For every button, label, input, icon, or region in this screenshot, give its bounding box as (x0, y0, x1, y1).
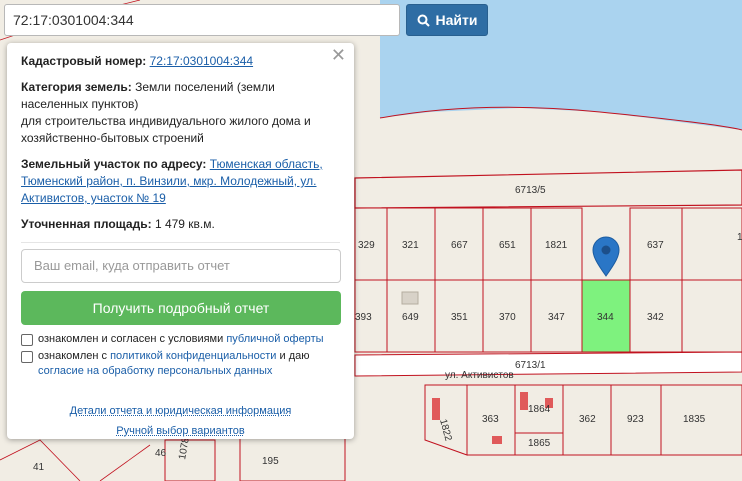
parcel-label: 637 (647, 240, 664, 251)
get-report-button[interactable]: Получить подробный отчет (21, 291, 341, 325)
cadastral-link[interactable]: 72:17:0301004:344 (150, 54, 253, 68)
close-icon[interactable]: ✕ (331, 46, 346, 64)
area-label: Уточненная площадь: (21, 217, 152, 231)
land-category-row: Категория земель: Земли поселений (земли… (21, 79, 340, 147)
parcel-label: 41 (33, 462, 45, 473)
parcel-label: 347 (548, 312, 565, 323)
address-row: Земельный участок по адресу: Тюменская о… (21, 156, 340, 207)
parcel-label: 195 (262, 456, 279, 467)
parcel-label: 1835 (683, 414, 706, 425)
search-button-label: Найти (435, 12, 478, 28)
parcel-label: 1865 (528, 438, 551, 449)
parcel-info-panel: ✕ Кадастровый номер: 72:17:0301004:344 К… (7, 43, 354, 439)
parcel-label: 46 (155, 448, 167, 459)
purpose-text: для строительства индивидуального жилого… (21, 114, 311, 145)
parcel-label: 649 (402, 312, 419, 323)
consent-privacy: ознакомлен с политикой конфиденциальност… (21, 349, 340, 379)
cadastral-number-row: Кадастровый номер: 72:17:0301004:344 (21, 53, 340, 70)
privacy-checkbox[interactable] (21, 351, 33, 363)
manual-row: Ручной выбор вариантов (21, 423, 340, 440)
details-row: Детали отчета и юридическая информация (21, 403, 340, 420)
search-input[interactable]: 72:17:0301004:344 (4, 4, 400, 36)
parcel-label: 1864 (528, 404, 551, 415)
address-label: Земельный участок по адресу: (21, 157, 207, 171)
offer-checkbox[interactable] (21, 334, 33, 346)
privacy-policy-link[interactable]: политикой конфиденциальности (110, 350, 276, 362)
search-icon (417, 14, 430, 27)
consent-privacy-text: ознакомлен с (38, 350, 108, 362)
email-field[interactable]: Ваш email, куда отправить отчет (21, 249, 341, 283)
parcel-label: 329 (358, 240, 375, 251)
parcel-label: 363 (482, 414, 499, 425)
consent-offer: ознакомлен и согласен с условиями публич… (21, 332, 340, 347)
area-row: Уточненная площадь: 1 479 кв.м. (21, 216, 340, 233)
parcel-label: 1 (737, 232, 742, 243)
parcel-label: 370 (499, 312, 516, 323)
cadastral-label: Кадастровый номер: (21, 54, 147, 68)
street-label: ул. Активистов (445, 370, 514, 381)
block-label-bottom: 6713/1 (515, 360, 546, 371)
data-processing-link[interactable]: согласие на обработку персональных данны… (38, 365, 272, 377)
parcel-label: 1821 (545, 240, 568, 251)
report-details-link[interactable]: Детали отчета и юридическая информация (70, 405, 292, 417)
parcel-label: 342 (647, 312, 664, 323)
parcel-label: 923 (627, 414, 644, 425)
parcel-label: 362 (579, 414, 596, 425)
consent-privacy-middle: и даю (279, 350, 310, 362)
public-offer-link[interactable]: публичной оферты (226, 333, 323, 345)
manual-selection-link[interactable]: Ручной выбор вариантов (116, 425, 244, 437)
parcel-label: 351 (451, 312, 468, 323)
area-value: 1 479 кв.м. (154, 217, 215, 231)
parcel-label: 667 (451, 240, 468, 251)
parcel-label: 344 (597, 312, 614, 323)
consent-offer-text: ознакомлен и согласен с условиями (38, 333, 224, 345)
category-label: Категория земель: (21, 80, 132, 94)
block-label-top: 6713/5 (515, 185, 546, 196)
parcel-label: 321 (402, 240, 419, 251)
parcel-label: 393 (355, 312, 372, 323)
parcel-label: 651 (499, 240, 516, 251)
divider (21, 242, 340, 243)
search-button[interactable]: Найти (406, 4, 488, 36)
